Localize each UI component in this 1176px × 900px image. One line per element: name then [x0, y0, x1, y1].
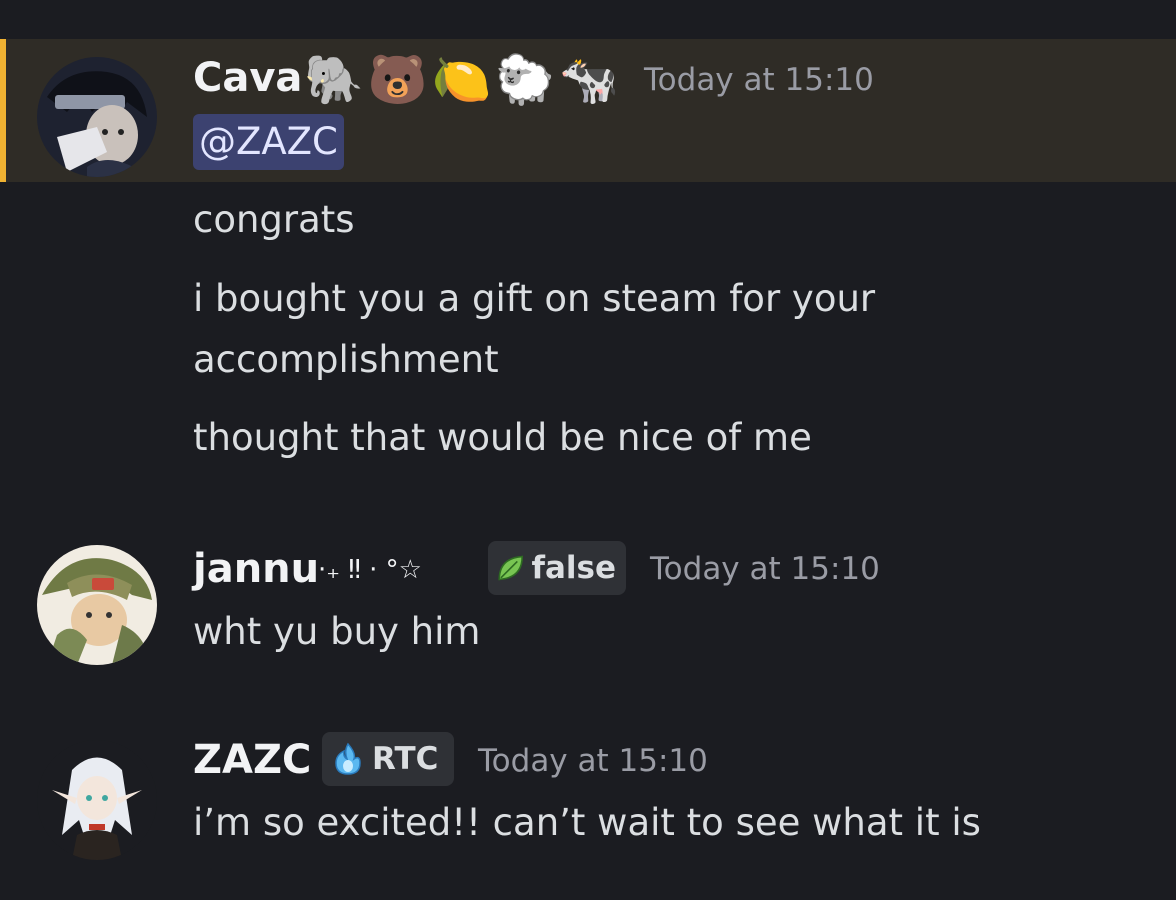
timestamp-jannu[interactable]: Today at 15:10: [650, 551, 880, 587]
clan-tag-label: RTC: [372, 741, 439, 777]
message-text: thought that would be nice of me: [193, 416, 812, 459]
avatar-image: [37, 740, 157, 860]
message-text: congrats: [193, 198, 355, 241]
message-text: accomplishment: [193, 338, 499, 381]
username-emojis: 🐘 🐻 🍋 🐑 🐄: [304, 50, 619, 110]
clan-tag-badge[interactable]: RTC: [322, 732, 454, 786]
chat-messages: Cava 🐘 🐻 🍋 🐑 🐄 Today at 15:10 @ZAZC cong…: [0, 0, 1176, 900]
message-text: i’m so excited!! can’t wait to see what …: [193, 801, 981, 844]
username-zazc[interactable]: ZAZC: [193, 737, 311, 783]
avatar-image: [37, 57, 157, 177]
username-cava[interactable]: Cava: [193, 55, 302, 101]
username-decoration: ·₊ ‼ · °☆: [318, 555, 422, 585]
clan-tag-badge[interactable]: false: [488, 541, 626, 595]
elephant-icon: 🐘: [304, 52, 364, 108]
avatar-image: [37, 545, 157, 665]
avatar-cava[interactable]: [37, 57, 157, 177]
message-text: i bought you a gift on steam for your: [193, 277, 876, 320]
cow-icon: 🐄: [559, 52, 619, 108]
flame-icon: [335, 742, 361, 775]
timestamp-cava[interactable]: Today at 15:10: [644, 62, 874, 98]
timestamp-zazc[interactable]: Today at 15:10: [478, 743, 708, 779]
bear-icon: 🐻: [367, 52, 428, 108]
avatar-jannu[interactable]: [37, 545, 157, 665]
clan-tag-label: false: [531, 550, 616, 586]
avatar-zazc[interactable]: [37, 740, 157, 860]
user-mention[interactable]: @ZAZC: [193, 114, 344, 170]
message-text: wht yu buy him: [193, 610, 481, 653]
lemon-icon: 🍋: [431, 52, 492, 108]
sheep-icon: 🐑: [495, 52, 556, 108]
username-jannu[interactable]: jannu: [193, 546, 319, 592]
leaf-icon: [498, 555, 524, 581]
